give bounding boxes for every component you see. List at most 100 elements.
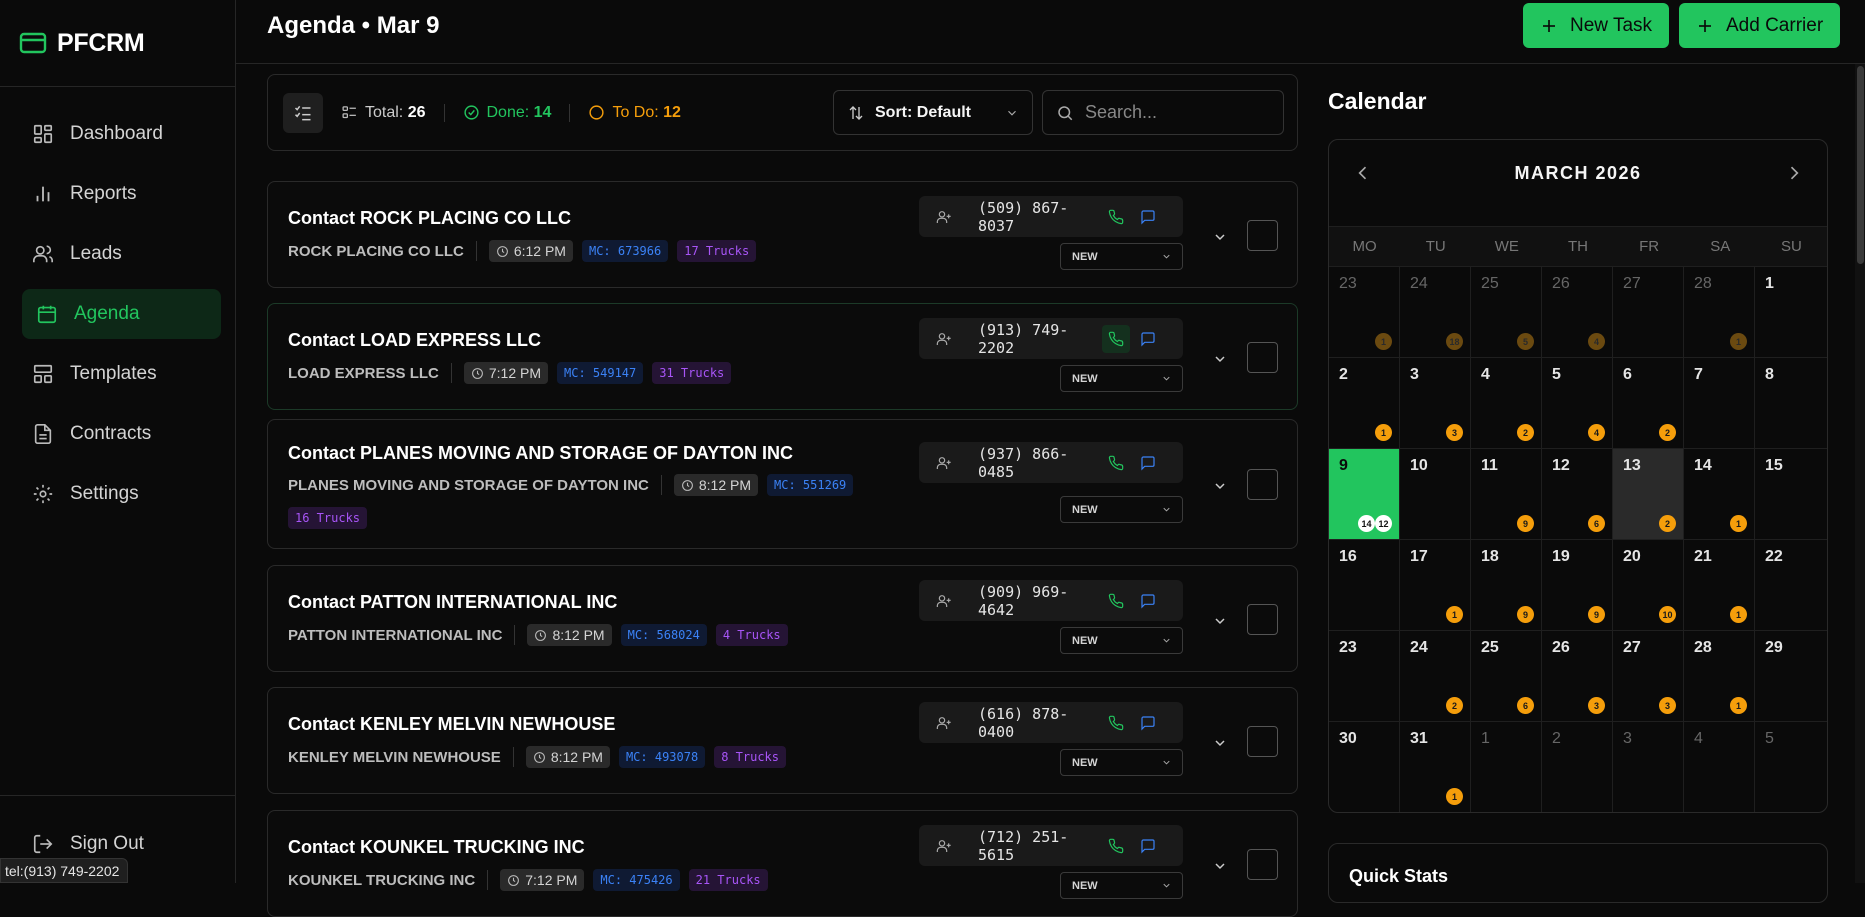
calendar-day[interactable]: 311: [1400, 721, 1471, 812]
calendar-day[interactable]: 171: [1400, 539, 1471, 630]
calendar-day[interactable]: 263: [1542, 630, 1613, 721]
sign-out-button[interactable]: Sign Out: [22, 833, 144, 855]
call-button[interactable]: [1102, 203, 1130, 231]
sidebar-item-dashboard[interactable]: Dashboard: [22, 109, 221, 159]
sms-button[interactable]: [1134, 325, 1162, 353]
expand-chevron-icon[interactable]: [1212, 351, 1228, 367]
sms-button[interactable]: [1134, 587, 1162, 615]
calendar-day[interactable]: 21: [1329, 357, 1400, 448]
assign-button[interactable]: [930, 449, 958, 477]
calendar-day[interactable]: 3: [1613, 721, 1684, 812]
calendar-day[interactable]: 10: [1400, 448, 1471, 539]
calendar-day[interactable]: 211: [1684, 539, 1755, 630]
call-button[interactable]: [1102, 832, 1130, 860]
new-task-button[interactable]: New Task: [1523, 3, 1669, 48]
task-title[interactable]: Contact LOAD EXPRESS LLC: [288, 330, 541, 351]
calendar-day[interactable]: 42: [1471, 357, 1542, 448]
expand-chevron-icon[interactable]: [1212, 613, 1228, 629]
calendar-day[interactable]: 255: [1471, 266, 1542, 357]
calendar-day[interactable]: 1: [1755, 266, 1828, 357]
calendar-day[interactable]: 16: [1329, 539, 1400, 630]
task-checkbox[interactable]: [1247, 604, 1278, 635]
checklist-toggle[interactable]: [283, 93, 323, 133]
assign-button[interactable]: [930, 325, 958, 353]
scrollbar-thumb[interactable]: [1857, 66, 1864, 264]
calendar-day[interactable]: 1: [1471, 721, 1542, 812]
calendar-day[interactable]: 273: [1613, 630, 1684, 721]
sidebar-item-contracts[interactable]: Contracts: [22, 409, 221, 459]
task-checkbox[interactable]: [1247, 220, 1278, 251]
task-title[interactable]: Contact PATTON INTERNATIONAL INC: [288, 592, 617, 613]
calendar-day[interactable]: 231: [1329, 266, 1400, 357]
calendar-day[interactable]: 2: [1542, 721, 1613, 812]
status-select[interactable]: NEW: [1060, 749, 1183, 776]
expand-chevron-icon[interactable]: [1212, 478, 1228, 494]
calendar-day[interactable]: 119: [1471, 448, 1542, 539]
prev-month-button[interactable]: [1347, 157, 1378, 188]
calendar-day[interactable]: 30: [1329, 721, 1400, 812]
calendar-day[interactable]: 281: [1684, 630, 1755, 721]
sidebar-item-reports[interactable]: Reports: [22, 169, 221, 219]
calendar-day[interactable]: 126: [1542, 448, 1613, 539]
call-button[interactable]: [1102, 449, 1130, 477]
calendar-day[interactable]: 5: [1755, 721, 1828, 812]
task-card[interactable]: Contact KOUNKEL TRUCKING INC KOUNKEL TRU…: [267, 810, 1298, 917]
assign-button[interactable]: [930, 709, 958, 737]
calendar-day[interactable]: 7: [1684, 357, 1755, 448]
sms-button[interactable]: [1134, 449, 1162, 477]
expand-chevron-icon[interactable]: [1212, 735, 1228, 751]
task-title[interactable]: Contact PLANES MOVING AND STORAGE OF DAY…: [288, 443, 793, 464]
calendar-day[interactable]: 29: [1755, 630, 1828, 721]
calendar-day[interactable]: 62: [1613, 357, 1684, 448]
calendar-day[interactable]: 23: [1329, 630, 1400, 721]
sms-button[interactable]: [1134, 832, 1162, 860]
sort-dropdown[interactable]: Sort: Default: [833, 90, 1033, 135]
calendar-day[interactable]: 33: [1400, 357, 1471, 448]
task-card[interactable]: Contact LOAD EXPRESS LLC LOAD EXPRESS LL…: [267, 303, 1298, 410]
call-button[interactable]: [1102, 587, 1130, 615]
task-checkbox[interactable]: [1247, 726, 1278, 757]
calendar-day[interactable]: 242: [1400, 630, 1471, 721]
calendar-day[interactable]: 256: [1471, 630, 1542, 721]
task-checkbox[interactable]: [1247, 342, 1278, 373]
add-carrier-button[interactable]: Add Carrier: [1679, 3, 1840, 48]
next-month-button[interactable]: [1778, 157, 1809, 188]
calendar-day[interactable]: 54: [1542, 357, 1613, 448]
calendar-day[interactable]: 132: [1613, 448, 1684, 539]
call-button[interactable]: [1102, 325, 1130, 353]
expand-chevron-icon[interactable]: [1212, 858, 1228, 874]
task-card[interactable]: Contact ROCK PLACING CO LLC ROCK PLACING…: [267, 181, 1298, 288]
sidebar-item-templates[interactable]: Templates: [22, 349, 221, 399]
calendar-day[interactable]: 2010: [1613, 539, 1684, 630]
calendar-day[interactable]: 264: [1542, 266, 1613, 357]
calendar-day[interactable]: 27: [1613, 266, 1684, 357]
sidebar-item-agenda[interactable]: Agenda: [22, 289, 221, 339]
calendar-day[interactable]: 4: [1684, 721, 1755, 812]
assign-button[interactable]: [930, 832, 958, 860]
task-title[interactable]: Contact KENLEY MELVIN NEWHOUSE: [288, 714, 615, 735]
task-card[interactable]: Contact PATTON INTERNATIONAL INC PATTON …: [267, 565, 1298, 672]
calendar-day[interactable]: 91412: [1329, 448, 1400, 539]
calendar-day[interactable]: 141: [1684, 448, 1755, 539]
call-button[interactable]: [1102, 709, 1130, 737]
assign-button[interactable]: [930, 587, 958, 615]
task-checkbox[interactable]: [1247, 849, 1278, 880]
calendar-day[interactable]: 281: [1684, 266, 1755, 357]
status-select[interactable]: NEW: [1060, 496, 1183, 523]
calendar-day[interactable]: 199: [1542, 539, 1613, 630]
sms-button[interactable]: [1134, 203, 1162, 231]
calendar-day[interactable]: 2418: [1400, 266, 1471, 357]
sms-button[interactable]: [1134, 709, 1162, 737]
search-input[interactable]: Search...: [1042, 90, 1284, 135]
task-checkbox[interactable]: [1247, 469, 1278, 500]
task-title[interactable]: Contact ROCK PLACING CO LLC: [288, 208, 571, 229]
calendar-day[interactable]: 15: [1755, 448, 1828, 539]
sidebar-item-leads[interactable]: Leads: [22, 229, 221, 279]
task-card[interactable]: Contact PLANES MOVING AND STORAGE OF DAY…: [267, 419, 1298, 549]
status-select[interactable]: NEW: [1060, 627, 1183, 654]
calendar-day[interactable]: 8: [1755, 357, 1828, 448]
status-select[interactable]: NEW: [1060, 243, 1183, 270]
expand-chevron-icon[interactable]: [1212, 229, 1228, 245]
calendar-day[interactable]: 22: [1755, 539, 1828, 630]
status-select[interactable]: NEW: [1060, 365, 1183, 392]
